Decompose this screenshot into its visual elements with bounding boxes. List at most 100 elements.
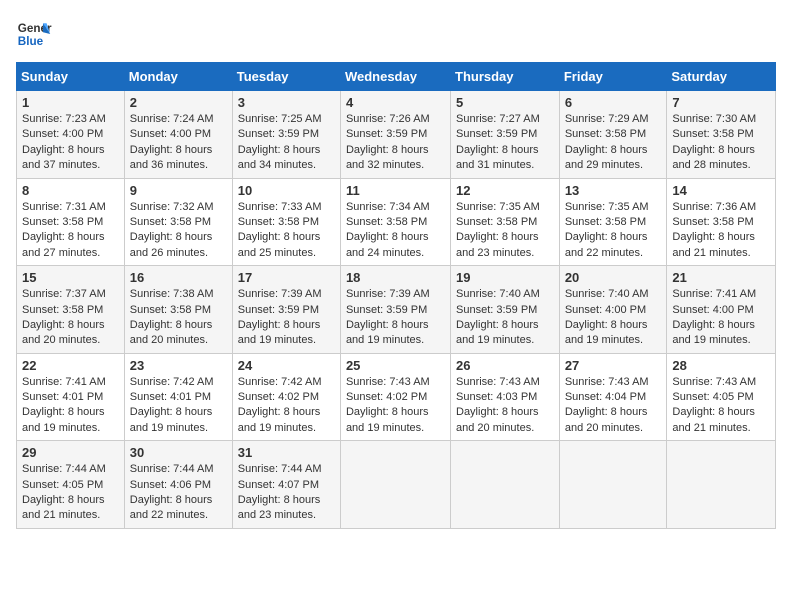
sunset-time: Sunset: 3:59 PM [456, 303, 554, 318]
sunset-time: Sunset: 3:58 PM [22, 303, 119, 318]
page-header: General Blue [16, 16, 776, 52]
week-row-3: 15Sunrise: 7:37 AMSunset: 3:58 PMDayligh… [17, 266, 776, 354]
weekday-header-sunday: Sunday [17, 63, 125, 91]
day-number: 24 [238, 358, 335, 373]
day-number: 6 [565, 95, 662, 110]
daylight-hours: Daylight: 8 hours and 27 minutes. [22, 230, 119, 261]
day-number: 21 [672, 270, 770, 285]
sunset-time: Sunset: 4:00 PM [130, 127, 227, 142]
week-row-5: 29Sunrise: 7:44 AMSunset: 4:05 PMDayligh… [17, 441, 776, 529]
daylight-hours: Daylight: 8 hours and 37 minutes. [22, 143, 119, 174]
sunrise-time: Sunrise: 7:44 AM [22, 462, 119, 477]
calendar-cell: 10Sunrise: 7:33 AMSunset: 3:58 PMDayligh… [232, 178, 340, 266]
sunrise-time: Sunrise: 7:43 AM [346, 375, 445, 390]
calendar-cell: 12Sunrise: 7:35 AMSunset: 3:58 PMDayligh… [451, 178, 560, 266]
daylight-hours: Daylight: 8 hours and 31 minutes. [456, 143, 554, 174]
daylight-hours: Daylight: 8 hours and 36 minutes. [130, 143, 227, 174]
day-number: 9 [130, 183, 227, 198]
sunrise-time: Sunrise: 7:44 AM [238, 462, 335, 477]
day-number: 3 [238, 95, 335, 110]
calendar-cell: 6Sunrise: 7:29 AMSunset: 3:58 PMDaylight… [559, 91, 667, 179]
daylight-hours: Daylight: 8 hours and 19 minutes. [565, 318, 662, 349]
sunrise-time: Sunrise: 7:29 AM [565, 112, 662, 127]
calendar-cell [451, 441, 560, 529]
daylight-hours: Daylight: 8 hours and 19 minutes. [130, 405, 227, 436]
sunrise-time: Sunrise: 7:43 AM [456, 375, 554, 390]
day-number: 11 [346, 183, 445, 198]
sunrise-time: Sunrise: 7:35 AM [565, 200, 662, 215]
logo: General Blue [16, 16, 52, 52]
week-row-2: 8Sunrise: 7:31 AMSunset: 3:58 PMDaylight… [17, 178, 776, 266]
sunset-time: Sunset: 4:03 PM [456, 390, 554, 405]
daylight-hours: Daylight: 8 hours and 19 minutes. [22, 405, 119, 436]
sunset-time: Sunset: 4:04 PM [565, 390, 662, 405]
daylight-hours: Daylight: 8 hours and 32 minutes. [346, 143, 445, 174]
day-number: 17 [238, 270, 335, 285]
day-number: 8 [22, 183, 119, 198]
day-number: 25 [346, 358, 445, 373]
calendar-cell: 26Sunrise: 7:43 AMSunset: 4:03 PMDayligh… [451, 353, 560, 441]
day-number: 28 [672, 358, 770, 373]
daylight-hours: Daylight: 8 hours and 19 minutes. [346, 405, 445, 436]
calendar-cell: 20 Sunrise: 7:40 AMSunset: 4:00 PMDayligh… [559, 266, 667, 354]
calendar-cell: 17Sunrise: 7:39 AMSunset: 3:59 PMDayligh… [232, 266, 340, 354]
day-number: 10 [238, 183, 335, 198]
day-number: 30 [130, 445, 227, 460]
daylight-hours: Daylight: 8 hours and 21 minutes. [22, 493, 119, 524]
day-number: 20 [565, 270, 662, 285]
day-number: 2 [130, 95, 227, 110]
sunset-time: Sunset: 4:02 PM [346, 390, 445, 405]
daylight-hours: Daylight: 8 hours and 23 minutes. [238, 493, 335, 524]
sunset-time: Sunset: 3:58 PM [346, 215, 445, 230]
daylight-hours: Daylight: 8 hours and 21 minutes. [672, 230, 770, 261]
calendar-cell [667, 441, 776, 529]
sunset-time: Sunset: 3:58 PM [456, 215, 554, 230]
sunset-time: Sunset: 3:59 PM [238, 303, 335, 318]
calendar-cell: 18Sunrise: 7:39 AMSunset: 3:59 PMDayligh… [340, 266, 450, 354]
sunrise-time: Sunrise: 7:44 AM [130, 462, 227, 477]
sunset-time: Sunset: 3:58 PM [672, 215, 770, 230]
sunrise-time: Sunrise: 7:30 AM [672, 112, 770, 127]
sunset-time: Sunset: 4:05 PM [22, 478, 119, 493]
sunrise-time: Sunrise: 7:35 AM [456, 200, 554, 215]
calendar-cell: 28Sunrise: 7:43 AMSunset: 4:05 PMDayligh… [667, 353, 776, 441]
sunrise-time: Sunrise: 7:40 AM [456, 287, 554, 302]
sunrise-time: Sunrise: 7:26 AM [346, 112, 445, 127]
day-number: 1 [22, 95, 119, 110]
calendar-cell: 13Sunrise: 7:35 AMSunset: 3:58 PMDayligh… [559, 178, 667, 266]
weekday-header-row: SundayMondayTuesdayWednesdayThursdayFrid… [17, 63, 776, 91]
sunrise-time: Sunrise: 7:23 AM [22, 112, 119, 127]
daylight-hours: Daylight: 8 hours and 19 minutes. [672, 318, 770, 349]
day-number: 4 [346, 95, 445, 110]
day-number: 12 [456, 183, 554, 198]
sunrise-time: Sunrise: 7:33 AM [238, 200, 335, 215]
day-number: 23 [130, 358, 227, 373]
sunset-time: Sunset: 3:58 PM [130, 215, 227, 230]
day-number: 15 [22, 270, 119, 285]
weekday-header-wednesday: Wednesday [340, 63, 450, 91]
sunrise-time: Sunrise: 7:40 AM [565, 287, 662, 302]
sunset-time: Sunset: 4:01 PM [130, 390, 227, 405]
sunset-time: Sunset: 4:00 PM [565, 303, 662, 318]
week-row-1: 1Sunrise: 7:23 AMSunset: 4:00 PMDaylight… [17, 91, 776, 179]
sunset-time: Sunset: 4:07 PM [238, 478, 335, 493]
day-number: 31 [238, 445, 335, 460]
calendar-cell: 22Sunrise: 7:41 AMSunset: 4:01 PMDayligh… [17, 353, 125, 441]
sunrise-time: Sunrise: 7:25 AM [238, 112, 335, 127]
sunset-time: Sunset: 4:00 PM [672, 303, 770, 318]
sunset-time: Sunset: 3:58 PM [238, 215, 335, 230]
daylight-hours: Daylight: 8 hours and 21 minutes. [672, 405, 770, 436]
daylight-hours: Daylight: 8 hours and 28 minutes. [672, 143, 770, 174]
weekday-header-thursday: Thursday [451, 63, 560, 91]
day-number: 16 [130, 270, 227, 285]
sunset-time: Sunset: 4:05 PM [672, 390, 770, 405]
calendar-cell [559, 441, 667, 529]
daylight-hours: Daylight: 8 hours and 26 minutes. [130, 230, 227, 261]
calendar-cell: 27Sunrise: 7:43 AMSunset: 4:04 PMDayligh… [559, 353, 667, 441]
daylight-hours: Daylight: 8 hours and 34 minutes. [238, 143, 335, 174]
sunset-time: Sunset: 3:58 PM [672, 127, 770, 142]
sunset-time: Sunset: 3:59 PM [456, 127, 554, 142]
sunset-time: Sunset: 3:58 PM [130, 303, 227, 318]
week-row-4: 22Sunrise: 7:41 AMSunset: 4:01 PMDayligh… [17, 353, 776, 441]
calendar-cell: 4Sunrise: 7:26 AMSunset: 3:59 PMDaylight… [340, 91, 450, 179]
